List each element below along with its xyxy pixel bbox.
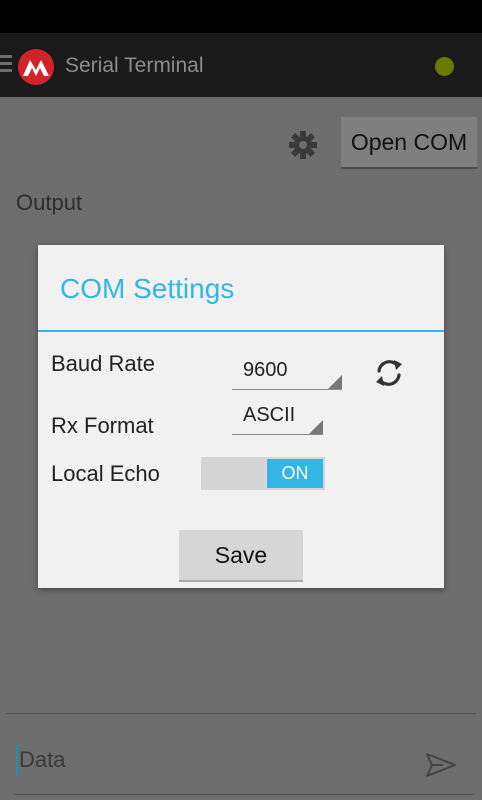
open-com-button[interactable]: Open COM: [341, 117, 477, 169]
refresh-icon[interactable]: [372, 356, 406, 390]
local-echo-label: Local Echo: [51, 461, 160, 486]
data-input[interactable]: Data: [16, 745, 396, 777]
baud-rate-label: Baud Rate: [51, 351, 155, 376]
save-button[interactable]: Save: [179, 530, 303, 582]
output-divider: [6, 713, 476, 714]
output-label: Output: [16, 190, 83, 215]
app-logo-icon: [18, 49, 54, 85]
toggle-on-thumb: ON: [267, 459, 323, 488]
rx-format-label: Rx Format: [51, 413, 154, 438]
app-bar: Serial Terminal: [0, 33, 482, 97]
gear-icon[interactable]: [287, 129, 319, 161]
data-input-underline: [14, 794, 474, 795]
app-title: Serial Terminal: [65, 54, 204, 77]
status-bar: [0, 0, 482, 33]
menu-icon[interactable]: [0, 55, 12, 75]
dropdown-arrow-icon: [309, 420, 323, 434]
baud-rate-select[interactable]: 9600: [232, 359, 342, 390]
dialog-title: COM Settings: [60, 273, 235, 304]
com-settings-dialog: COM Settings Baud Rate 9600 Rx Format AS…: [38, 245, 444, 588]
send-icon[interactable]: [425, 751, 457, 779]
baud-rate-value: 9600: [243, 359, 288, 381]
status-indicator-icon: [435, 57, 454, 76]
rx-format-value: ASCII: [243, 404, 296, 426]
local-echo-toggle[interactable]: ON: [201, 457, 325, 490]
dropdown-arrow-icon: [328, 375, 342, 389]
rx-format-select[interactable]: ASCII: [232, 404, 323, 435]
dialog-title-divider: [38, 330, 444, 332]
